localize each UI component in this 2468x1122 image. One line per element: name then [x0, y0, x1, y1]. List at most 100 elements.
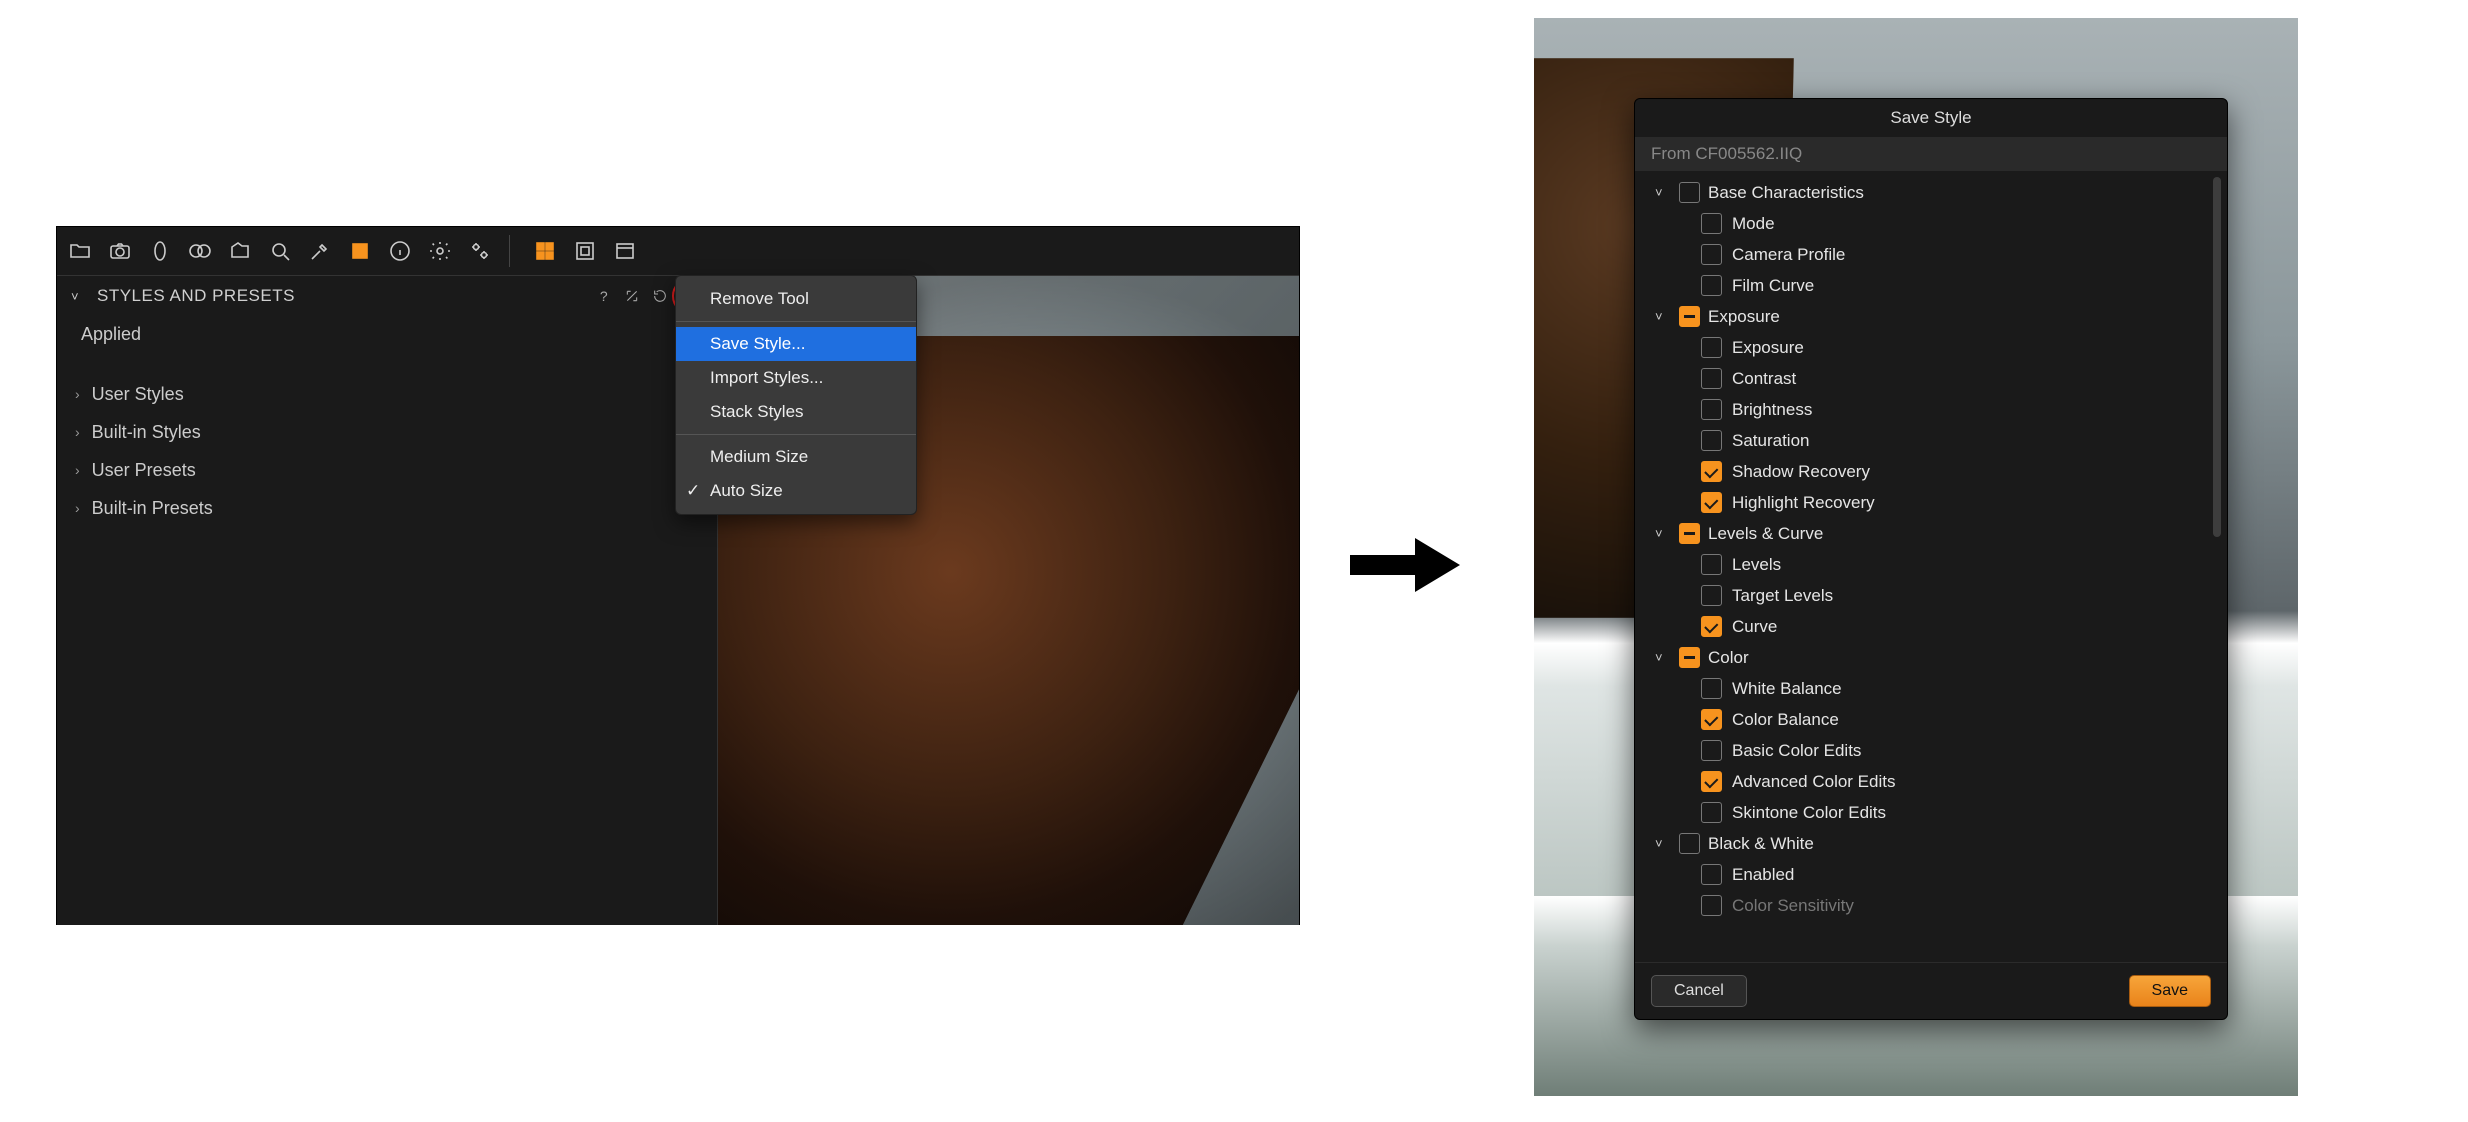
save-button[interactable]: Save [2129, 975, 2211, 1007]
checkbox[interactable] [1701, 430, 1722, 451]
styles-row[interactable]: ›Built-in Styles [57, 413, 717, 451]
child-row[interactable]: Film Curve [1643, 270, 2219, 301]
child-row[interactable]: Highlight Recovery [1643, 487, 2219, 518]
group-row[interactable]: ˅Black & White [1643, 828, 2219, 859]
styles-row[interactable]: ›User Styles [57, 375, 717, 413]
eyedropper-icon[interactable] [305, 236, 335, 266]
menu-item-label: Stack Styles [710, 402, 804, 422]
help-icon[interactable]: ? [595, 287, 613, 305]
checkbox[interactable] [1701, 554, 1722, 575]
group-row[interactable]: ˅Color [1643, 642, 2219, 673]
checkbox[interactable] [1701, 771, 1722, 792]
child-label: Skintone Color Edits [1732, 803, 1886, 823]
menu-item[interactable]: Save Style... [676, 327, 916, 361]
checkbox[interactable] [1679, 647, 1700, 668]
child-row[interactable]: Saturation [1643, 425, 2219, 456]
group-label: Levels & Curve [1708, 524, 1823, 544]
cancel-button[interactable]: Cancel [1651, 975, 1747, 1007]
checkbox[interactable] [1679, 833, 1700, 854]
checkbox[interactable] [1701, 399, 1722, 420]
checkbox[interactable] [1701, 740, 1722, 761]
color-wheel-icon[interactable] [185, 236, 215, 266]
chevron-down-icon: ˅ [1655, 526, 1671, 541]
checkbox[interactable] [1679, 182, 1700, 203]
group-label: Base Characteristics [1708, 183, 1864, 203]
checkbox[interactable] [1701, 802, 1722, 823]
checkbox[interactable] [1701, 244, 1722, 265]
checkbox[interactable] [1701, 461, 1722, 482]
styles-panel: ˅ STYLES AND PRESETS ? ••• Applied ›User… [56, 226, 1300, 925]
folder-icon[interactable] [65, 236, 95, 266]
gears-icon[interactable] [465, 236, 495, 266]
child-row[interactable]: Camera Profile [1643, 239, 2219, 270]
save-style-preview: Save Style From CF005562.IIQ ˅Base Chara… [1534, 18, 2298, 1096]
crop-icon[interactable] [570, 236, 600, 266]
checkbox[interactable] [1701, 895, 1722, 916]
info-icon[interactable] [385, 236, 415, 266]
child-row[interactable]: Exposure [1643, 332, 2219, 363]
checkbox[interactable] [1701, 213, 1722, 234]
checkbox[interactable] [1701, 368, 1722, 389]
checkbox[interactable] [1701, 616, 1722, 637]
loupe-icon[interactable] [265, 236, 295, 266]
save-style-dialog: Save Style From CF005562.IIQ ˅Base Chara… [1634, 98, 2228, 1020]
expand-icon[interactable] [623, 287, 641, 305]
styles-header[interactable]: ˅ STYLES AND PRESETS ? ••• [57, 276, 717, 316]
group-row[interactable]: ˅Exposure [1643, 301, 2219, 332]
dialog-scrollbar[interactable] [2213, 177, 2221, 537]
child-row[interactable]: Contrast [1643, 363, 2219, 394]
child-label: White Balance [1732, 679, 1842, 699]
lens-icon[interactable] [145, 236, 175, 266]
child-row[interactable]: Enabled [1643, 859, 2219, 890]
checkbox[interactable] [1701, 337, 1722, 358]
checkbox[interactable] [1679, 306, 1700, 327]
checkbox[interactable] [1701, 864, 1722, 885]
checkbox[interactable] [1701, 709, 1722, 730]
menu-item-label: Medium Size [710, 447, 808, 467]
checkbox[interactable] [1679, 523, 1700, 544]
menu-item[interactable]: Stack Styles [676, 395, 916, 429]
child-row[interactable]: Shadow Recovery [1643, 456, 2219, 487]
child-row[interactable]: Brightness [1643, 394, 2219, 425]
grid-view-icon[interactable] [530, 236, 560, 266]
annotate-icon[interactable] [345, 236, 375, 266]
child-label: Saturation [1732, 431, 1810, 451]
child-label: Mode [1732, 214, 1775, 234]
menu-item[interactable]: Remove Tool [676, 282, 916, 316]
child-label: Shadow Recovery [1732, 462, 1870, 482]
menu-item[interactable]: Medium Size [676, 440, 916, 474]
child-label: Levels [1732, 555, 1781, 575]
reset-icon[interactable] [651, 287, 669, 305]
window-icon[interactable] [610, 236, 640, 266]
child-row[interactable]: White Balance [1643, 673, 2219, 704]
gear-icon[interactable] [425, 236, 455, 266]
check-icon: ✓ [686, 481, 700, 501]
child-row[interactable]: Basic Color Edits [1643, 735, 2219, 766]
chevron-down-icon: ˅ [1655, 650, 1671, 665]
checkbox[interactable] [1701, 678, 1722, 699]
checkbox[interactable] [1701, 492, 1722, 513]
checkbox[interactable] [1701, 585, 1722, 606]
styles-row[interactable]: ›User Presets [57, 451, 717, 489]
child-row[interactable]: Color Sensitivity [1643, 890, 2219, 921]
checkbox[interactable] [1701, 275, 1722, 296]
child-row[interactable]: Curve [1643, 611, 2219, 642]
camera-icon[interactable] [105, 236, 135, 266]
group-row[interactable]: ˅ Levels & Curve [1643, 518, 2219, 549]
child-row[interactable]: Color Balance [1643, 704, 2219, 735]
child-label: Basic Color Edits [1732, 741, 1861, 761]
child-row[interactable]: Skintone Color Edits [1643, 797, 2219, 828]
child-row[interactable]: Mode [1643, 208, 2219, 239]
styles-row[interactable]: ›Built-in Presets [57, 489, 717, 527]
group-row[interactable]: ˅Base Characteristics [1643, 177, 2219, 208]
styles-row-label: User Styles [92, 384, 184, 405]
child-row[interactable]: Target Levels [1643, 580, 2219, 611]
menu-item[interactable]: Import Styles... [676, 361, 916, 395]
child-label: Enabled [1732, 865, 1794, 885]
menu-item-label: Save Style... [710, 334, 805, 354]
child-row[interactable]: Advanced Color Edits [1643, 766, 2219, 797]
export-icon[interactable] [225, 236, 255, 266]
child-row[interactable]: Levels [1643, 549, 2219, 580]
menu-item[interactable]: ✓Auto Size [676, 474, 916, 508]
applied-label: Applied [57, 316, 717, 375]
